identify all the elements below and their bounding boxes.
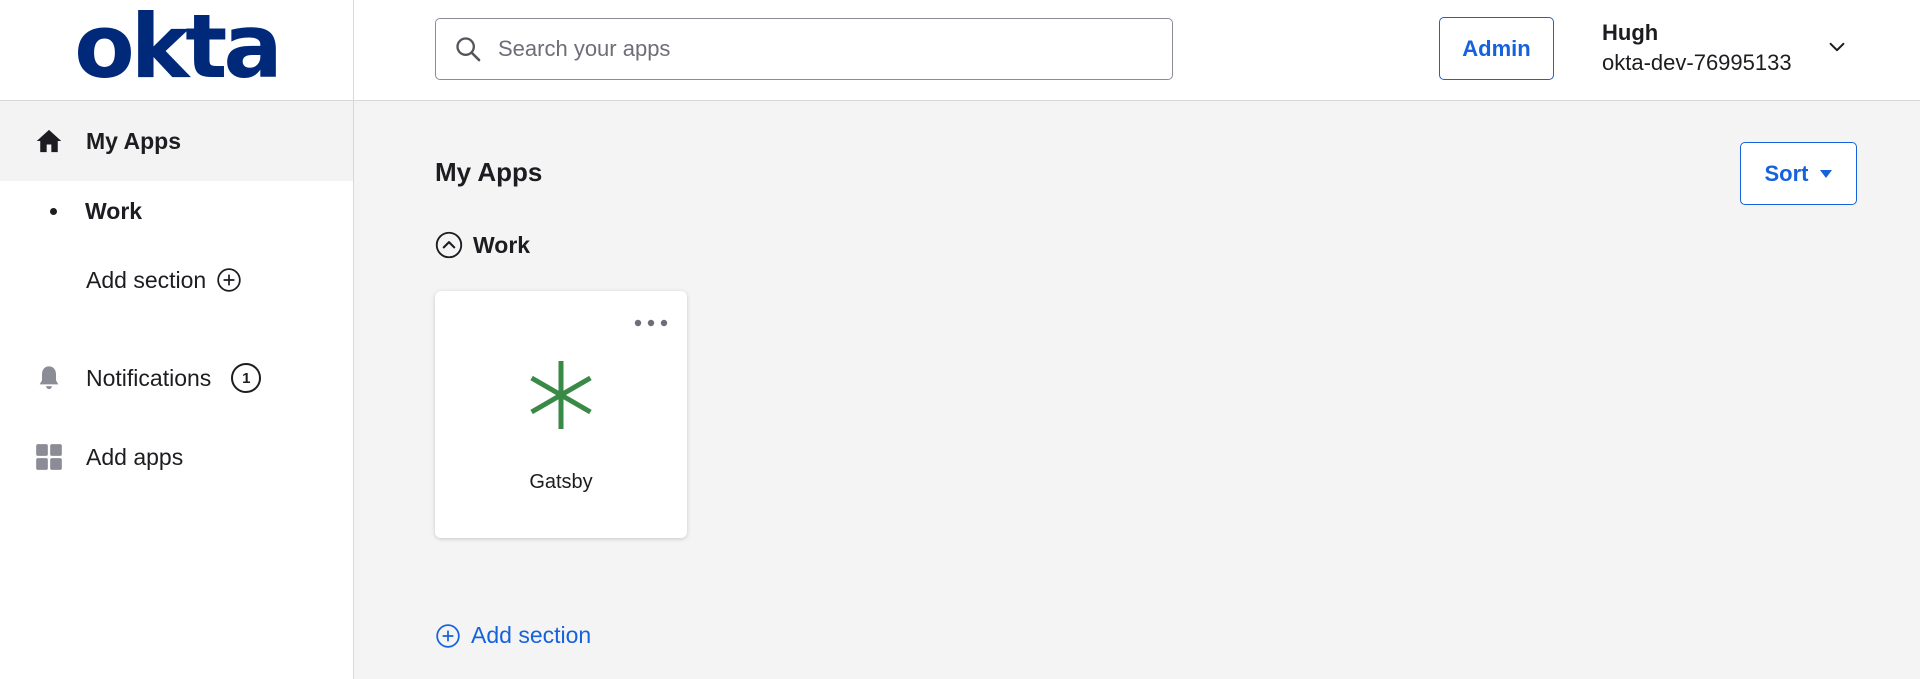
logo-area: okta [0, 0, 353, 101]
search-input[interactable] [496, 35, 1140, 63]
user-menu[interactable]: Hugh okta-dev-76995133 [1602, 18, 1792, 78]
sidebar-item-label: Notifications [86, 364, 212, 391]
home-icon [34, 126, 64, 156]
more-options-icon[interactable] [633, 315, 669, 333]
sidebar-item-label: Work [85, 197, 143, 224]
sidebar-item-label: Add section [86, 266, 207, 293]
user-name: Hugh [1602, 20, 1659, 45]
chevron-down-icon[interactable] [1826, 36, 1848, 63]
add-section-label: Add section [471, 622, 592, 648]
chevron-up-circle-icon[interactable] [435, 231, 463, 259]
admin-button[interactable]: Admin [1439, 17, 1554, 80]
sidebar-item-label: Add apps [86, 443, 184, 470]
sort-label: Sort [1764, 160, 1809, 186]
okta-logo[interactable]: okta [74, 3, 282, 91]
sidebar-item-notifications[interactable]: Notifications 1 [0, 348, 353, 408]
user-org: okta-dev-76995133 [1602, 50, 1792, 75]
sort-button[interactable]: Sort [1740, 142, 1857, 205]
page-title: My Apps [435, 157, 543, 187]
plus-circle-icon [216, 267, 242, 293]
asterisk-icon [523, 357, 599, 438]
app-name: Gatsby [529, 471, 593, 493]
app-tile-gatsby[interactable]: Gatsby [435, 291, 687, 538]
main-content: My Apps Sort Work Gatsby Add section [354, 101, 1920, 679]
bell-icon [34, 363, 64, 393]
notification-count-badge: 1 [231, 363, 262, 393]
section-toggle-work[interactable]: Work [435, 231, 530, 259]
sidebar-item-label: My Apps [86, 127, 181, 154]
sidebar: okta My Apps Work Add section Notificati… [0, 0, 354, 679]
search-icon [454, 35, 482, 63]
add-section-button[interactable]: Add section [435, 622, 591, 649]
search-box[interactable] [435, 18, 1173, 80]
bullet-icon [50, 207, 57, 215]
sidebar-item-add-apps[interactable]: Add apps [0, 427, 353, 487]
grid-icon [34, 442, 64, 472]
caret-down-icon [1819, 169, 1833, 179]
section-title: Work [473, 231, 531, 258]
sidebar-item-work[interactable]: Work [0, 181, 353, 241]
sidebar-add-section-button[interactable]: Add section [0, 250, 353, 310]
plus-circle-icon [435, 623, 461, 649]
top-header: Admin Hugh okta-dev-76995133 [354, 0, 1920, 101]
sidebar-item-my-apps[interactable]: My Apps [0, 101, 353, 181]
